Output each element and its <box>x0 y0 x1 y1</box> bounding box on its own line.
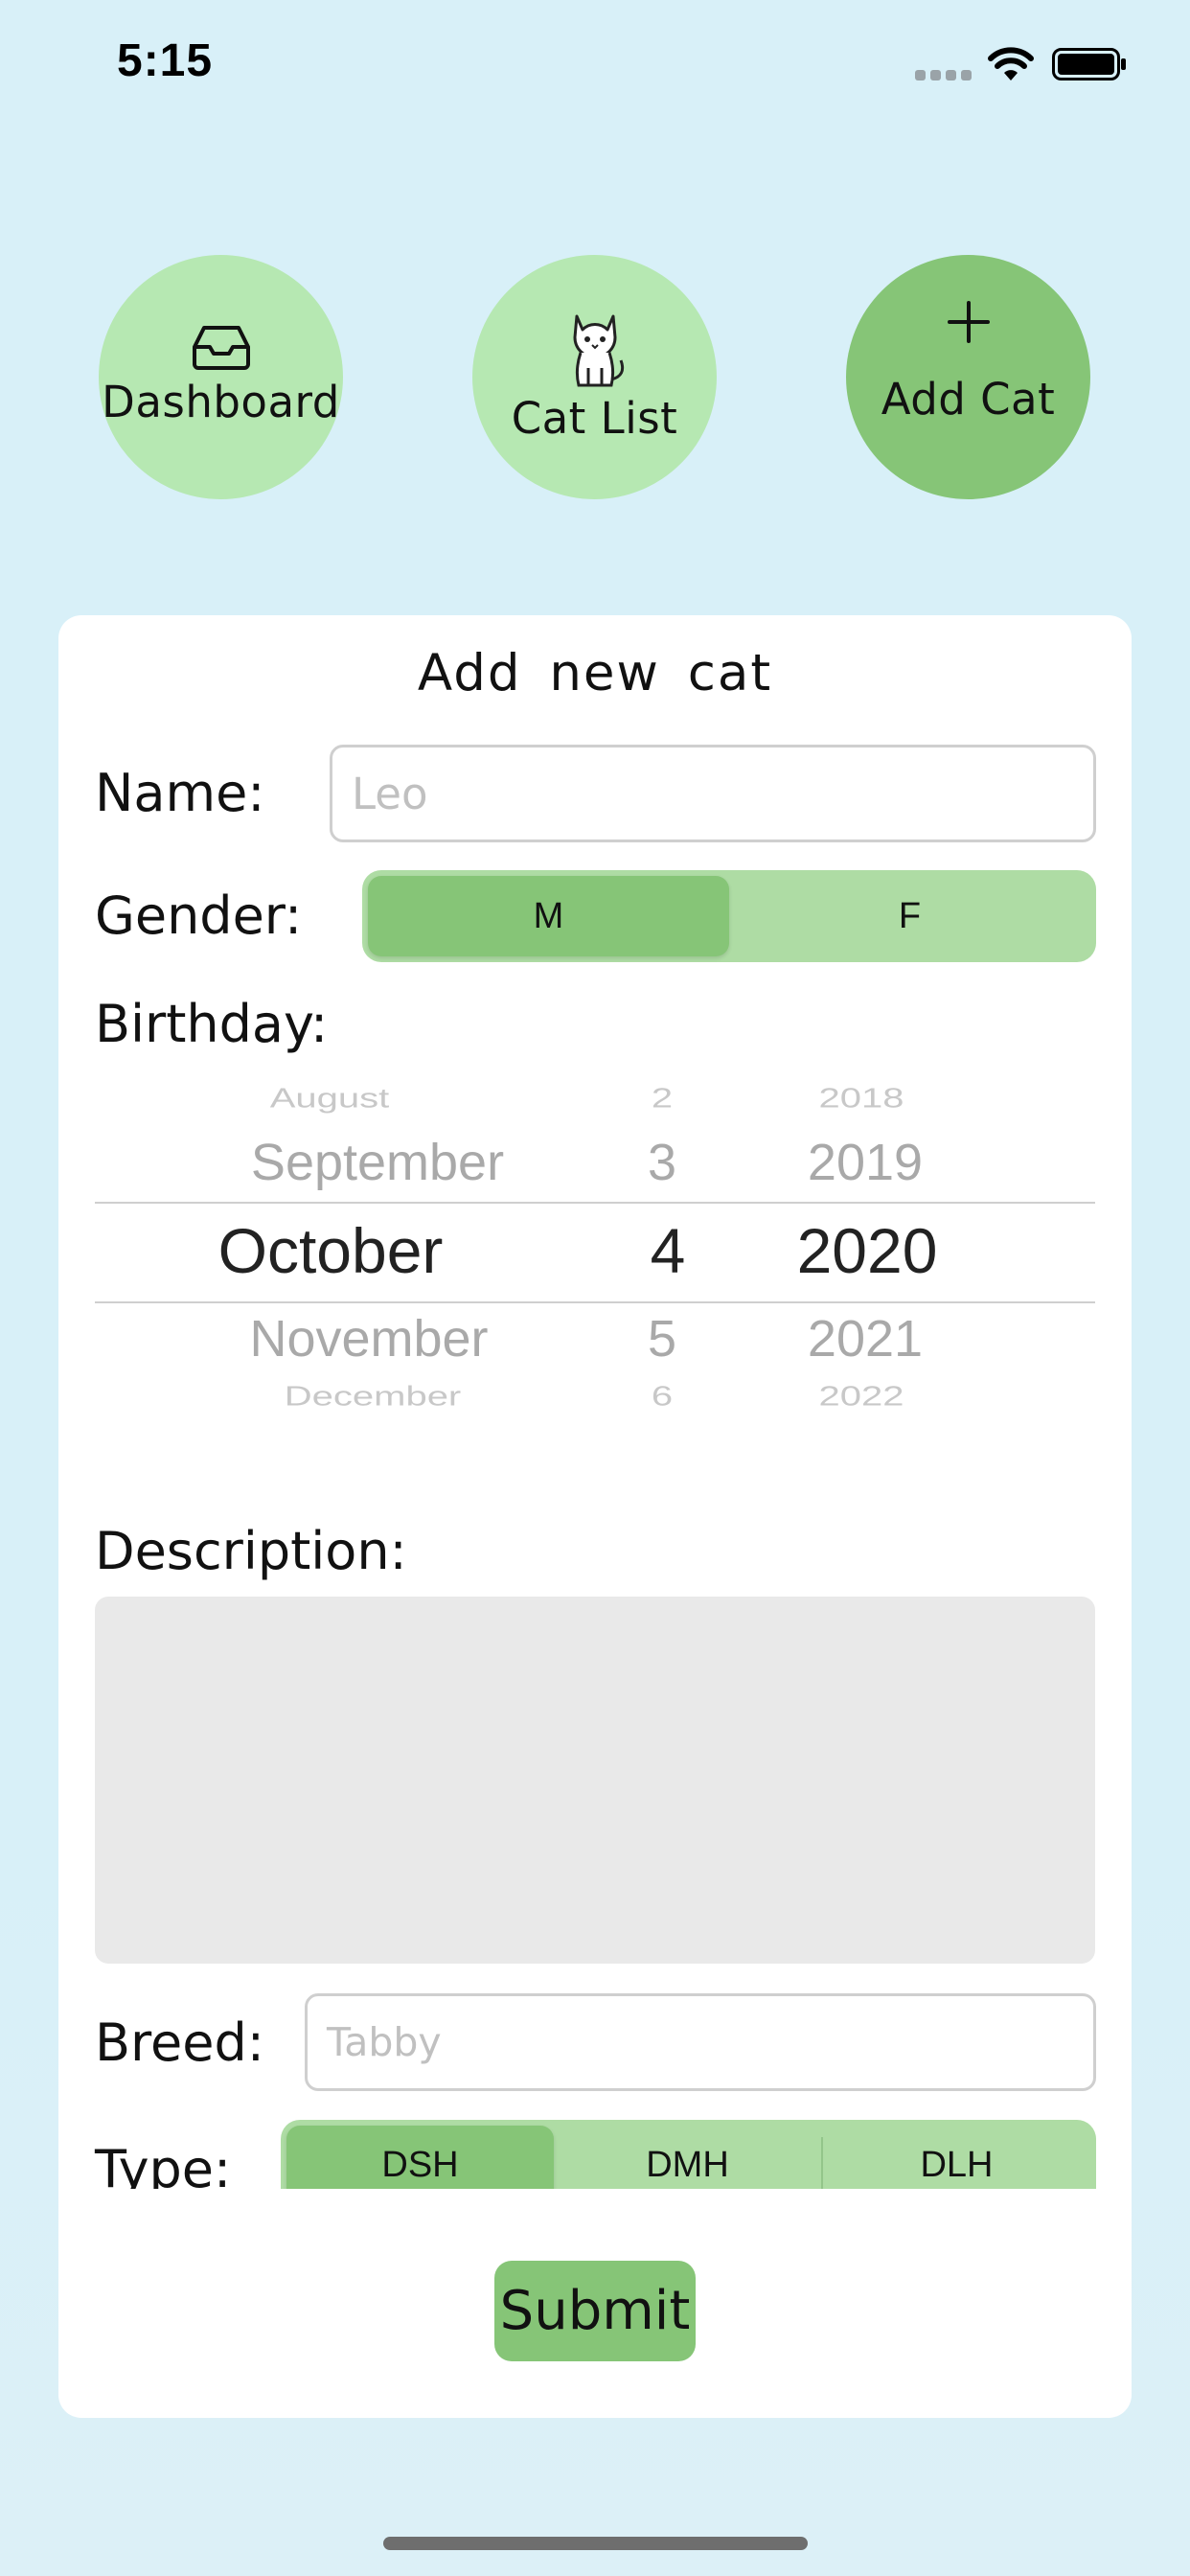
status-bar: 5:15 <box>0 0 1190 134</box>
type-option-dsh[interactable]: DSH <box>286 2126 554 2189</box>
add-cat-form-card: Add new cat Name: Leo Gender: M F Birthd… <box>58 615 1132 2418</box>
breed-placeholder: Tabby <box>327 2019 442 2065</box>
picker-selection-bottom-line <box>95 1301 1095 1303</box>
picker-month-selected[interactable]: October <box>218 1214 444 1287</box>
gender-label: Gender: <box>95 886 303 946</box>
home-indicator[interactable] <box>383 2537 808 2550</box>
name-placeholder: Leo <box>352 768 428 819</box>
gender-option-f[interactable]: F <box>729 876 1090 956</box>
nav-cat-list-button[interactable]: Cat List <box>472 255 717 499</box>
type-row: Type: DSH DMH DLH <box>58 2120 1132 2189</box>
cellular-signal-icon <box>915 70 973 81</box>
picker-month-item[interactable]: August <box>270 1083 390 1114</box>
birthday-date-picker[interactable]: August September October November Decemb… <box>95 1075 1095 1497</box>
name-input[interactable]: Leo <box>330 745 1096 842</box>
picker-day-item[interactable]: 2 <box>652 1083 673 1114</box>
breed-input[interactable]: Tabby <box>305 1993 1096 2091</box>
picker-day-item[interactable]: 3 <box>648 1133 676 1192</box>
status-time: 5:15 <box>117 35 214 86</box>
nav-dashboard-label: Dashboard <box>102 377 340 427</box>
picker-month-item[interactable]: December <box>285 1381 462 1412</box>
picker-month-item[interactable]: September <box>251 1133 504 1192</box>
type-segmented-control[interactable]: DSH DMH DLH <box>281 2120 1096 2189</box>
type-option-dlh[interactable]: DLH <box>823 2126 1090 2189</box>
type-label: Type: <box>95 2139 232 2189</box>
picker-selection-top-line <box>95 1202 1095 1204</box>
nav-cat-list-label: Cat List <box>511 393 678 444</box>
description-label: Description: <box>95 1521 407 1581</box>
cat-icon <box>573 314 624 387</box>
picker-day-item[interactable]: 6 <box>652 1381 673 1412</box>
nav-add-cat-button[interactable]: Add Cat <box>846 255 1090 499</box>
nav-add-cat-label: Add Cat <box>881 374 1056 425</box>
picker-day-selected[interactable]: 4 <box>651 1214 686 1287</box>
gender-segmented-control[interactable]: M F <box>362 870 1096 962</box>
gender-option-m[interactable]: M <box>368 876 729 956</box>
picker-year-item[interactable]: 2022 <box>819 1381 904 1412</box>
picker-year-item[interactable]: 2021 <box>808 1309 923 1368</box>
form-title: Add new cat <box>417 644 773 702</box>
picker-day-item[interactable]: 5 <box>648 1309 676 1368</box>
battery-icon <box>1052 48 1126 80</box>
picker-year-item[interactable]: 2018 <box>819 1083 904 1114</box>
inbox-icon <box>192 326 250 370</box>
name-label: Name: <box>95 763 265 823</box>
picker-month-item[interactable]: November <box>249 1309 488 1368</box>
plus-icon <box>947 301 990 343</box>
description-textarea[interactable] <box>95 1597 1095 1964</box>
wifi-icon <box>988 47 1034 80</box>
type-option-dmh[interactable]: DMH <box>554 2126 821 2189</box>
breed-label: Breed: <box>95 2012 264 2073</box>
picker-year-item[interactable]: 2019 <box>808 1133 923 1192</box>
birthday-label: Birthday: <box>95 994 329 1054</box>
picker-year-selected[interactable]: 2020 <box>797 1214 938 1287</box>
submit-button[interactable]: Submit <box>494 2261 696 2361</box>
nav-dashboard-button[interactable]: Dashboard <box>99 255 343 499</box>
